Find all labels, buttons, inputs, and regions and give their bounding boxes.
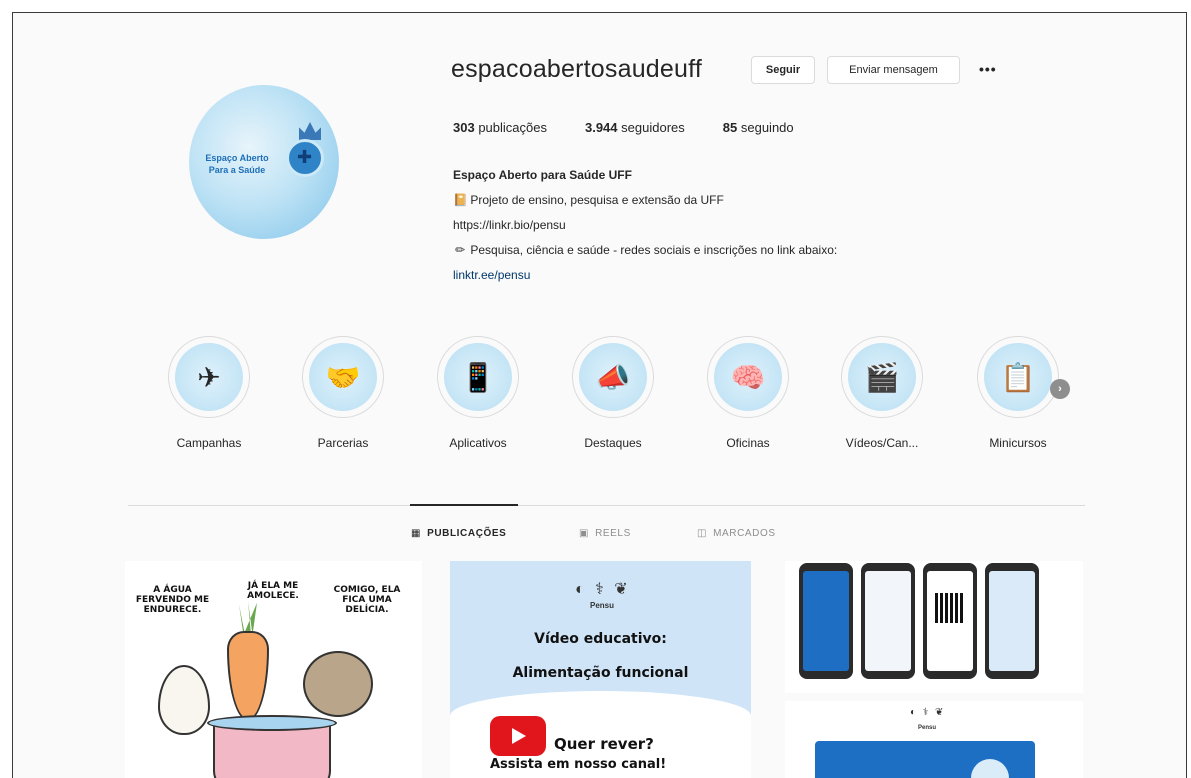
profile-username: espacoabertosaudeuff [451, 55, 702, 83]
pensu-logo-icon: ◐ ⚕ ❦ [575, 581, 631, 598]
highlight-minicursos-icon: 📋 [984, 343, 1052, 411]
egg-illustration [158, 665, 210, 735]
phone-mockup [923, 563, 977, 679]
follow-button[interactable]: Seguir [751, 56, 815, 84]
active-tab-indicator [410, 504, 518, 506]
pensu-brand-label: Pensu [918, 725, 937, 731]
cartoon-caption-egg: A ÁGUA FERVENDO ME ENDURECE. [135, 585, 210, 615]
reels-icon: ▣ [579, 528, 590, 539]
tabs-divider [128, 505, 1085, 506]
avatar-logo-text: Espaço Aberto Para a Saúde [205, 153, 269, 175]
qr-code-icon [935, 593, 965, 623]
profile-bio: Espaço Aberto para Saúde UFF 📔 Projeto d… [453, 163, 837, 288]
tagged-user-icon: ◫ [697, 528, 708, 539]
profile-full-name: Espaço Aberto para Saúde UFF [453, 168, 632, 182]
highlight-destaques-icon: 📣 [579, 343, 647, 411]
post-thumbnail-pensu-info[interactable]: ◐ ⚕ ❦ Pensu [785, 701, 1083, 778]
profile-page: Espaço Aberto Para a Saúde espacoabertos… [12, 12, 1187, 778]
highlight-oficinas[interactable]: 🧠 Oficinas [703, 336, 793, 450]
profile-stats: 303 publicações 3.944 seguidores 85 segu… [453, 120, 832, 135]
post-title-line1: Vídeo educativo: [534, 631, 667, 647]
grid-icon: ▦ [411, 528, 422, 539]
following-count[interactable]: 85 seguindo [723, 120, 794, 135]
pot-illustration [213, 723, 331, 778]
tab-tagged[interactable]: ◫ MARCADOS [697, 528, 776, 539]
bio-line-research: ✏ Pesquisa, ciência e saúde - redes soci… [453, 238, 837, 263]
highlight-label: Campanhas [176, 436, 242, 450]
highlight-label: Destaques [584, 436, 642, 450]
highlight-campanhas[interactable]: ✈ Campanhas [164, 336, 254, 450]
profile-avatar[interactable]: Espaço Aberto Para a Saúde [189, 85, 339, 239]
highlight-label: Aplicativos [449, 436, 507, 450]
bio-external-link[interactable]: linktr.ee/pensu [453, 263, 837, 288]
highlight-parcerias-icon: 🤝 [309, 343, 377, 411]
bio-line-url: https://linkr.bio/pensu [453, 218, 566, 232]
youtube-play-icon [490, 716, 546, 756]
highlights-next-arrow-icon[interactable]: › [1050, 379, 1070, 399]
highlight-videos[interactable]: 🎬 Vídeos/Can... [837, 336, 927, 450]
carrot-leaves-illustration [239, 601, 257, 635]
post-cta-line1: Quer rever? [554, 735, 654, 753]
highlight-minicursos[interactable]: 📋 Minicursos [973, 336, 1063, 450]
puzzle-badge-icon [286, 139, 324, 177]
book-icon: 📔 [453, 193, 468, 207]
highlight-parcerias[interactable]: 🤝 Parcerias [298, 336, 388, 450]
phone-mockup [985, 563, 1039, 679]
followers-count[interactable]: 3.944 seguidores [585, 120, 685, 135]
cartoon-caption-carrot: JÁ ELA ME AMOLECE. [247, 581, 299, 601]
post-title-line2: Alimentação funcional [512, 665, 689, 681]
crown-icon [299, 122, 321, 140]
post-thumbnail-video-educativo[interactable]: ◐ ⚕ ❦ Pensu Vídeo educativo: Alimentação… [450, 561, 751, 778]
highlight-aplicativos-icon: 📱 [444, 343, 512, 411]
cartoon-caption-potato: COMIGO, ELA FICA UMA DELÍCIA. [333, 585, 401, 615]
boiling-water-illustration [207, 715, 337, 731]
send-message-button[interactable]: Enviar mensagem [827, 56, 960, 84]
pensu-logo-icon: ◐ ⚕ ❦ [910, 707, 946, 718]
highlight-oficinas-icon: 🧠 [714, 343, 782, 411]
highlight-label: Parcerias [317, 436, 369, 450]
highlight-destaques[interactable]: 📣 Destaques [568, 336, 658, 450]
post-thumbnail-cartoon[interactable]: A ÁGUA FERVENDO ME ENDURECE. JÁ ELA ME A… [125, 561, 422, 778]
highlight-aplicativos[interactable]: 📱 Aplicativos [433, 336, 523, 450]
pencil-icon: ✏ [454, 243, 466, 257]
highlight-label: Vídeos/Can... [845, 436, 919, 450]
more-options-icon[interactable]: ••• [979, 61, 997, 77]
posts-count: 303 publicações [453, 120, 547, 135]
phone-mockup [799, 563, 853, 679]
phone-mockup [861, 563, 915, 679]
highlight-campanhas-icon: ✈ [175, 343, 243, 411]
highlight-label: Oficinas [726, 436, 770, 450]
highlight-videos-icon: 🎬 [848, 343, 916, 411]
tab-posts[interactable]: ▦ PUBLICAÇÕES [411, 528, 506, 539]
pensu-brand-label: Pensu [590, 601, 615, 610]
carrot-illustration [227, 631, 269, 721]
post-thumbnail-app-screens[interactable] [785, 561, 1083, 693]
highlight-label: Minicursos [989, 436, 1047, 450]
potato-illustration [303, 651, 373, 717]
tab-reels[interactable]: ▣ REELS [579, 528, 631, 539]
bio-line-project: 📔 Projeto de ensino, pesquisa e extensão… [453, 188, 837, 213]
post-cta-line2: Assista em nosso canal! [490, 757, 667, 772]
